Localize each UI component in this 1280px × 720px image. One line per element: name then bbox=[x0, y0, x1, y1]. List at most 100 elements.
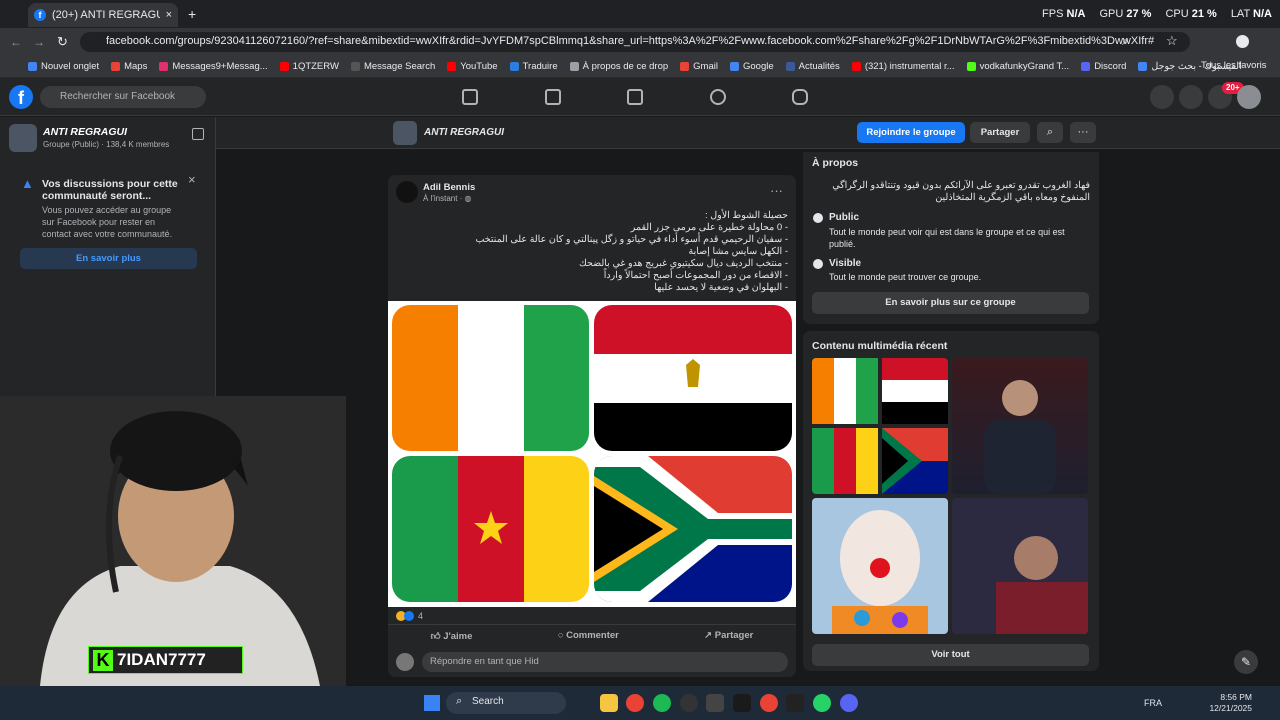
share-post-button[interactable]: ↗ Partager bbox=[704, 630, 753, 641]
bookmark-item[interactable]: Actualités bbox=[785, 61, 840, 72]
media-thumb-press[interactable] bbox=[952, 498, 1088, 634]
post-image-flags[interactable] bbox=[388, 301, 796, 607]
taskbar-search[interactable]: Search bbox=[446, 692, 566, 714]
obs-icon[interactable] bbox=[680, 694, 698, 712]
marketplace-icon[interactable] bbox=[627, 89, 643, 105]
bookmark-item[interactable]: Message Search bbox=[350, 61, 435, 72]
group-more-button[interactable]: ··· bbox=[1070, 122, 1096, 143]
url-field[interactable]: facebook.com/groups/923041126072160/?ref… bbox=[80, 32, 1190, 52]
spotify-icon[interactable] bbox=[653, 694, 671, 712]
compose-icon[interactable]: ✎ bbox=[1234, 650, 1258, 674]
media-thumb-flags[interactable] bbox=[812, 358, 948, 494]
bookmark-item[interactable]: Nouvel onglet bbox=[28, 61, 99, 72]
close-tab-icon[interactable]: × bbox=[166, 9, 172, 21]
facebook-logo-icon[interactable]: f bbox=[9, 85, 33, 109]
discord-icon[interactable] bbox=[840, 694, 858, 712]
bookmark-item[interactable]: À propos de ce drop bbox=[569, 61, 668, 72]
post-options-icon[interactable]: ··· bbox=[770, 183, 783, 198]
bookmark-favicon-icon bbox=[569, 62, 579, 71]
post-line: - سفيان الرحيمي قدم أسوء أداء في حياتو و… bbox=[475, 234, 788, 245]
reactions-summary[interactable]: 4 bbox=[396, 611, 423, 621]
flags-collage bbox=[392, 305, 792, 602]
bookmark-item[interactable]: YouTube bbox=[447, 61, 498, 72]
post-author-avatar[interactable] bbox=[396, 181, 418, 203]
see-all-button[interactable]: Voir tout bbox=[812, 644, 1089, 666]
about-more-button[interactable]: En savoir plus sur ce groupe bbox=[812, 292, 1089, 314]
gpu-label: GPU bbox=[1099, 8, 1124, 20]
comment-row: Répondre en tant que Hid bbox=[396, 652, 788, 672]
file-explorer-icon[interactable] bbox=[600, 694, 618, 712]
join-group-button[interactable]: Rejoindre le groupe bbox=[857, 122, 965, 143]
bookmark-item[interactable]: vodkafunkyGrand T... bbox=[966, 61, 1069, 72]
windows-start-icon[interactable] bbox=[424, 695, 440, 711]
group-meta: Groupe (Public) · 138,4 K membres bbox=[43, 140, 170, 149]
facebook-search-input[interactable]: Rechercher sur Facebook bbox=[40, 86, 206, 108]
post-time[interactable]: À l'instant · bbox=[423, 194, 465, 203]
group-search-icon[interactable]: ⌕ bbox=[1037, 122, 1063, 143]
group-avatar[interactable] bbox=[9, 124, 37, 152]
bookmark-favicon-icon bbox=[509, 62, 519, 71]
comment-button[interactable]: ○ Commenter bbox=[558, 630, 619, 641]
header-group-avatar[interactable] bbox=[393, 121, 417, 145]
video-icon[interactable] bbox=[545, 89, 561, 105]
groups-icon[interactable] bbox=[710, 89, 726, 105]
tab-title: (20+) ANTI REGRAGUI | Faceb bbox=[52, 9, 160, 21]
share-group-button[interactable]: Partager bbox=[970, 122, 1030, 143]
language-indicator[interactable]: FRA bbox=[1144, 698, 1162, 708]
forward-icon[interactable]: → bbox=[33, 35, 45, 49]
bookmark-item[interactable]: Traduire bbox=[509, 61, 558, 72]
taskbar-clock[interactable]: 8:56 PM 12/21/2025 bbox=[1206, 692, 1252, 714]
chrome-icon[interactable] bbox=[626, 694, 644, 712]
bookmark-star-icon[interactable]: ☆ bbox=[1166, 33, 1178, 49]
bookmark-label: Gmail bbox=[693, 61, 718, 72]
about-title: À propos bbox=[812, 157, 859, 169]
header-group-name[interactable]: ANTI REGRAGUI bbox=[424, 127, 504, 138]
chrome-2-icon[interactable] bbox=[760, 694, 778, 712]
profile-icon[interactable] bbox=[1236, 35, 1249, 48]
post-line: حصيلة الشوط الأول : bbox=[704, 210, 788, 221]
browser-tab[interactable]: f (20+) ANTI REGRAGUI | Faceb × bbox=[28, 3, 178, 27]
back-icon[interactable]: ← bbox=[10, 35, 22, 49]
reload-icon[interactable]: ↻ bbox=[57, 34, 68, 50]
menu-grid-icon[interactable] bbox=[1150, 85, 1174, 109]
collapse-sidebar-icon[interactable] bbox=[192, 128, 204, 140]
media-thumb-clown[interactable] bbox=[812, 498, 948, 634]
perf-overlay: FPS N/A GPU 27 % CPU 21 % LAT N/A bbox=[1042, 8, 1272, 20]
bookmark-label: (321) instrumental r... bbox=[864, 61, 955, 72]
bookmark-item[interactable]: Messages9+Messag... bbox=[159, 61, 268, 72]
terminal-icon[interactable] bbox=[733, 694, 751, 712]
new-tab-button[interactable]: + bbox=[188, 6, 196, 22]
zoom-icon[interactable]: ⌕ bbox=[1122, 34, 1129, 49]
bookmark-item[interactable]: 1QTZERW bbox=[279, 61, 339, 72]
gaming-icon[interactable] bbox=[792, 89, 808, 105]
group-name[interactable]: ANTI REGRAGUI bbox=[43, 126, 127, 138]
app-icon[interactable] bbox=[706, 694, 724, 712]
bookmark-item[interactable]: (321) instrumental r... bbox=[851, 61, 955, 72]
notice-close-icon[interactable]: × bbox=[188, 172, 196, 187]
streamer-handle: 7IDAN7777 bbox=[117, 650, 206, 669]
bookmark-item[interactable]: Gmail bbox=[680, 61, 718, 72]
bookmark-favicon-icon bbox=[159, 62, 169, 71]
bookmark-label: Maps bbox=[124, 61, 148, 72]
post-author[interactable]: Adil Bennis bbox=[423, 182, 475, 193]
comment-input[interactable]: Répondre en tant que Hid bbox=[422, 652, 788, 672]
learn-more-button[interactable]: En savoir plus bbox=[20, 248, 197, 269]
all-favorites[interactable]: Tous les favoris bbox=[1201, 60, 1266, 71]
like-reaction-icon bbox=[404, 611, 414, 621]
like-button[interactable]: 👍︎ J'aime bbox=[431, 630, 473, 642]
bookmark-label: Nouvel onglet bbox=[41, 61, 100, 72]
bookmark-label: Google bbox=[742, 61, 774, 72]
post-time-row: À l'instant · ◍ bbox=[423, 194, 472, 203]
bookmark-item[interactable]: Google bbox=[729, 61, 774, 72]
bookmark-label: 1QTZERW bbox=[292, 61, 339, 72]
whatsapp-icon[interactable] bbox=[813, 694, 831, 712]
media-thumb-coach[interactable] bbox=[952, 358, 1088, 494]
eye-icon bbox=[813, 259, 823, 269]
bookmark-item[interactable]: Discord bbox=[1081, 61, 1126, 72]
home-icon[interactable] bbox=[462, 89, 478, 105]
messenger-icon[interactable] bbox=[1179, 85, 1203, 109]
account-avatar[interactable] bbox=[1237, 85, 1261, 109]
epic-games-icon[interactable] bbox=[786, 694, 804, 712]
gpu-value: 27 % bbox=[1126, 8, 1152, 20]
bookmark-item[interactable]: Maps bbox=[111, 61, 147, 72]
